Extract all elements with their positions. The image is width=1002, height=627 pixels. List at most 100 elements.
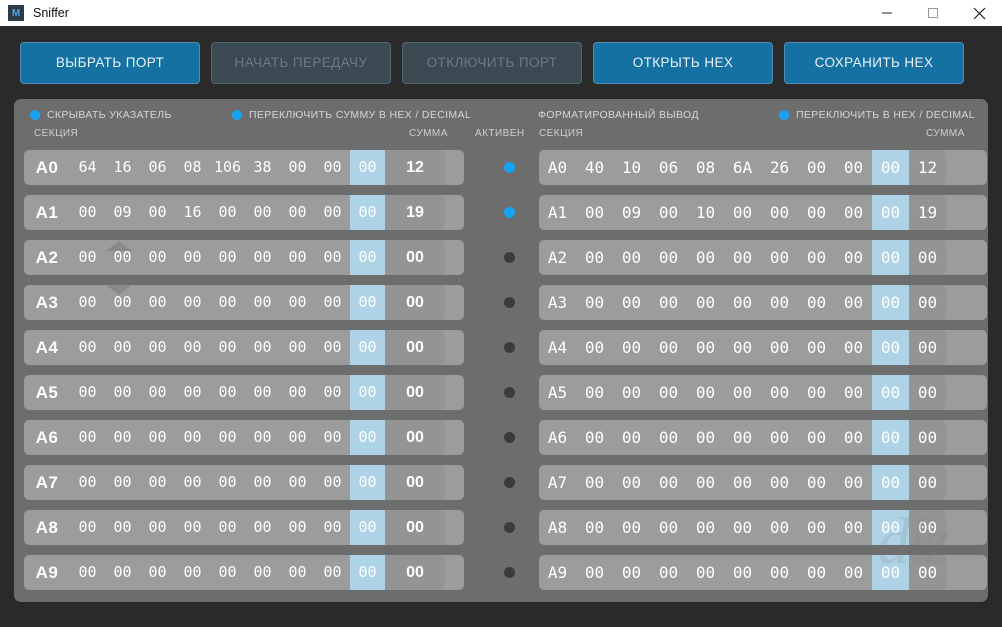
disconnect-port-button[interactable]: ОТКЛЮЧИТЬ ПОРТ [402, 41, 582, 84]
byte-cell[interactable]: 00 [280, 510, 315, 545]
byte-cell[interactable]: 00 [687, 375, 724, 410]
byte-cell[interactable]: 06 [140, 150, 175, 185]
byte-cell[interactable]: 00 [576, 330, 613, 365]
byte-cell[interactable]: 00 [210, 420, 245, 455]
byte-cell[interactable]: 00 [105, 555, 140, 590]
formatted-row[interactable]: A6 00 00 00 00 00 00 00 00 00 00 [539, 420, 987, 455]
byte-cell[interactable]: 00 [140, 330, 175, 365]
byte-cell-selected[interactable]: 00 [872, 150, 909, 185]
byte-cell-selected[interactable]: 00 [350, 375, 385, 410]
byte-cell[interactable]: 00 [798, 285, 835, 320]
raw-row[interactable]: A4 00 00 00 00 00 00 00 00 00 00 [24, 330, 464, 365]
byte-cell[interactable]: 00 [576, 510, 613, 545]
formatted-row[interactable]: A2 00 00 00 00 00 00 00 00 00 00 [539, 240, 987, 275]
byte-cell[interactable]: 00 [798, 465, 835, 500]
byte-cell[interactable]: 00 [315, 240, 350, 275]
active-indicator-dot[interactable] [504, 432, 515, 443]
byte-cell[interactable]: 00 [280, 420, 315, 455]
byte-cell[interactable]: 00 [835, 375, 872, 410]
byte-cell[interactable]: 00 [70, 555, 105, 590]
byte-cell-selected[interactable]: 00 [872, 285, 909, 320]
byte-cell[interactable]: 00 [724, 330, 761, 365]
toggle-right-hex-decimal[interactable]: ПЕРЕКЛЮЧИТЬ В HEX / DECIMAL [779, 109, 975, 121]
byte-cell[interactable]: 38 [245, 150, 280, 185]
formatted-row[interactable]: A3 00 00 00 00 00 00 00 00 00 00 [539, 285, 987, 320]
byte-cell[interactable]: 00 [140, 240, 175, 275]
byte-cell[interactable]: 00 [761, 420, 798, 455]
byte-cell[interactable]: 00 [245, 330, 280, 365]
byte-cell[interactable]: 00 [613, 465, 650, 500]
byte-cell[interactable]: 00 [650, 330, 687, 365]
byte-cell[interactable]: 00 [175, 285, 210, 320]
byte-cell[interactable]: 00 [798, 420, 835, 455]
byte-cell[interactable]: 10 [687, 195, 724, 230]
active-indicator-dot[interactable] [504, 162, 515, 173]
byte-cell[interactable]: 00 [576, 465, 613, 500]
byte-cell[interactable]: 00 [687, 420, 724, 455]
byte-cell[interactable]: 00 [650, 285, 687, 320]
byte-cell[interactable]: 00 [650, 375, 687, 410]
byte-cell[interactable]: 00 [835, 240, 872, 275]
byte-cell[interactable]: 00 [835, 510, 872, 545]
byte-cell-selected[interactable]: 00 [872, 330, 909, 365]
byte-cell-selected[interactable]: 00 [350, 330, 385, 365]
byte-cell[interactable]: 00 [576, 285, 613, 320]
byte-cell[interactable]: 106 [210, 150, 245, 185]
byte-cell[interactable]: 00 [245, 420, 280, 455]
byte-cell[interactable]: 00 [687, 555, 724, 590]
byte-cell[interactable]: 00 [245, 465, 280, 500]
byte-cell[interactable]: 00 [613, 330, 650, 365]
byte-cell[interactable]: 00 [724, 195, 761, 230]
byte-cell[interactable]: 00 [315, 330, 350, 365]
byte-cell-selected[interactable]: 00 [350, 510, 385, 545]
byte-cell[interactable]: 00 [70, 375, 105, 410]
toggle-sum-hex-decimal[interactable]: ПЕРЕКЛЮЧИТЬ СУММУ В HEX / DECIMAL [232, 109, 471, 121]
byte-cell[interactable]: 00 [724, 240, 761, 275]
byte-cell[interactable]: 00 [280, 150, 315, 185]
byte-cell[interactable]: 00 [70, 465, 105, 500]
byte-cell[interactable]: 00 [613, 510, 650, 545]
byte-cell[interactable]: 00 [835, 420, 872, 455]
byte-cell[interactable]: 00 [210, 195, 245, 230]
byte-cell[interactable]: 00 [613, 285, 650, 320]
byte-cell[interactable]: 00 [175, 375, 210, 410]
byte-cell-selected[interactable]: 00 [872, 375, 909, 410]
byte-cell[interactable]: 00 [280, 465, 315, 500]
maximize-button[interactable] [910, 0, 956, 26]
byte-cell[interactable]: 00 [175, 555, 210, 590]
byte-cell[interactable]: 00 [315, 195, 350, 230]
raw-row[interactable]: A3 00 00 00 00 00 00 00 00 00 00 [24, 285, 464, 320]
byte-cell[interactable]: 00 [761, 465, 798, 500]
byte-cell[interactable]: 00 [175, 420, 210, 455]
byte-cell[interactable]: 00 [105, 510, 140, 545]
byte-cell[interactable]: 00 [140, 285, 175, 320]
active-indicator-dot[interactable] [504, 387, 515, 398]
byte-cell[interactable]: 00 [70, 285, 105, 320]
byte-cell[interactable]: 00 [280, 330, 315, 365]
byte-cell[interactable]: 00 [210, 285, 245, 320]
byte-cell[interactable]: 00 [280, 555, 315, 590]
byte-cell[interactable]: 00 [315, 420, 350, 455]
byte-cell[interactable]: 00 [798, 375, 835, 410]
byte-cell[interactable]: 16 [105, 150, 140, 185]
byte-cell[interactable]: 00 [245, 195, 280, 230]
byte-cell[interactable]: 00 [280, 285, 315, 320]
byte-cell[interactable]: 00 [687, 465, 724, 500]
byte-cell[interactable]: 00 [835, 330, 872, 365]
byte-cell[interactable]: 00 [175, 465, 210, 500]
select-port-button[interactable]: ВЫБРАТЬ ПОРТ [20, 41, 200, 84]
byte-cell[interactable]: 00 [175, 510, 210, 545]
byte-cell[interactable]: 00 [245, 285, 280, 320]
close-button[interactable] [956, 0, 1002, 26]
byte-cell[interactable]: 00 [613, 375, 650, 410]
formatted-row[interactable]: A7 00 00 00 00 00 00 00 00 00 00 [539, 465, 987, 500]
byte-cell[interactable]: 00 [835, 285, 872, 320]
byte-cell[interactable]: 09 [613, 195, 650, 230]
byte-cell[interactable]: 00 [798, 195, 835, 230]
byte-cell[interactable]: 40 [576, 150, 613, 185]
byte-cell[interactable]: 00 [315, 375, 350, 410]
byte-cell[interactable]: 00 [280, 195, 315, 230]
byte-cell[interactable]: 00 [761, 285, 798, 320]
byte-cell[interactable]: 00 [650, 465, 687, 500]
byte-cell[interactable]: 00 [835, 465, 872, 500]
